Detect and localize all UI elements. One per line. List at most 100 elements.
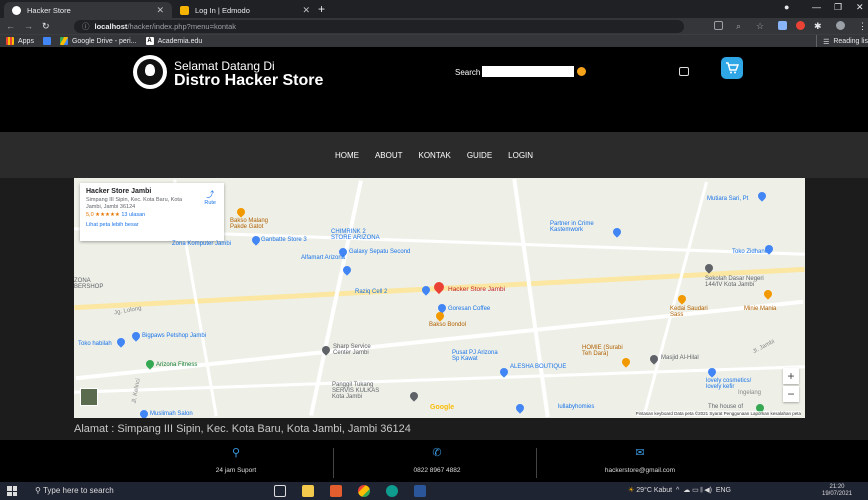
- profile-icon[interactable]: ●: [784, 2, 789, 12]
- forward-icon[interactable]: →: [24, 21, 33, 31]
- apps-grid-icon: [6, 37, 14, 45]
- url-host: localhost: [94, 22, 128, 31]
- url-path: /hacker/index.php?menu=kontak: [127, 22, 237, 31]
- extension-icon[interactable]: [778, 21, 787, 30]
- language-indicator[interactable]: ENG: [716, 487, 731, 494]
- map-label: Alfamart Arizona: [301, 255, 346, 261]
- avatar[interactable]: [836, 21, 845, 30]
- translate-icon[interactable]: [714, 21, 723, 30]
- search-input[interactable]: [482, 66, 574, 77]
- info-icon[interactable]: ⓘ: [82, 21, 90, 32]
- restaurant-pin-icon: [762, 288, 774, 300]
- google-drive-icon: [59, 37, 68, 45]
- minimize-icon[interactable]: —: [812, 2, 821, 12]
- restaurant-pin-icon: [676, 293, 688, 305]
- place-info-card: Hacker Store Jambi Simpang III Sipin, Ke…: [80, 183, 224, 241]
- email-text[interactable]: hackerstore@gmail.com: [605, 467, 675, 474]
- maximize-icon[interactable]: ❐: [834, 2, 842, 13]
- close-icon[interactable]: ✕: [156, 5, 164, 16]
- satellite-view-toggle[interactable]: [80, 388, 98, 406]
- place-reviews[interactable]: 13 ulasan: [121, 212, 145, 218]
- map-label: Bigpaws Petshop Jambi: [142, 333, 207, 339]
- road-label: Ingelang: [738, 390, 762, 396]
- tab-edmodo[interactable]: Log In | Edmodo ✕: [172, 2, 318, 18]
- welcome-text: Selamat Datang Di: [174, 59, 275, 73]
- file-explorer-icon[interactable]: [302, 485, 314, 497]
- google-logo: Google: [430, 404, 455, 411]
- site-footer: ⚲ 24 jam Suport ✆ 0822 8967 4882 ✉ hacke…: [0, 440, 868, 482]
- search-label: Search: [455, 68, 481, 77]
- larger-map-link[interactable]: Lihat peta lebih besar: [86, 222, 218, 228]
- route-label: Rute: [204, 200, 216, 206]
- extension-icon[interactable]: [796, 21, 805, 30]
- map-label: Bakso Malang Pakde Gatot: [230, 218, 269, 230]
- zoom-icon[interactable]: ⌕: [736, 21, 741, 32]
- nav-kontak[interactable]: KONTAK: [411, 151, 459, 160]
- windows-taskbar: ⚲ Type here to search ☀ 29°C Kabut ^ ☁ ▭…: [0, 482, 868, 500]
- shop-pin-icon: [514, 402, 526, 414]
- bookmark-google-drive[interactable]: Google Drive - peri...: [59, 37, 137, 45]
- shop-pin-icon: [115, 336, 127, 348]
- bookmark-apps[interactable]: Apps: [6, 37, 34, 45]
- location-pin-icon[interactable]: [431, 279, 447, 295]
- bookmarks-bar: Apps Google Drive - peri... A Academia.e…: [0, 34, 868, 48]
- map-label: Goresan Coffee: [448, 306, 491, 312]
- weather-text[interactable]: 29°C Kabut: [636, 487, 672, 494]
- address-bar-row: ← → ↻ ⓘ localhost/hacker/index.php?menu=…: [0, 18, 868, 34]
- menu-kebab-icon[interactable]: ⋮: [858, 21, 867, 32]
- map-label: Pusat PJ Arizona Sp Kawat: [452, 350, 498, 362]
- zoom-out-button[interactable]: −: [783, 386, 799, 402]
- bookmark-label: Academia.edu: [157, 37, 203, 45]
- phone-text: 0822 8967 4882: [413, 467, 461, 474]
- close-window-icon[interactable]: ✕: [856, 2, 864, 13]
- site-logo[interactable]: [133, 55, 167, 89]
- image-icon[interactable]: [679, 67, 689, 76]
- tab-hacker-store[interactable]: Hacker Store ✕: [4, 2, 172, 18]
- map-label: Sharp Service Center Jambi: [333, 344, 371, 356]
- nav-login[interactable]: LOGIN: [500, 151, 541, 160]
- map-label: Galaxy Sepatu Second: [349, 249, 411, 255]
- reload-icon[interactable]: ↻: [42, 21, 50, 32]
- taskbar-search[interactable]: ⚲ Type here to search: [35, 486, 114, 495]
- weather-icon[interactable]: ☀: [628, 487, 634, 494]
- shop-pin-icon: [130, 330, 142, 342]
- footer-divider: [333, 448, 334, 478]
- embedded-map[interactable]: Hacker Store Jambi Simpang III Sipin, Ke…: [74, 178, 805, 418]
- nav-about[interactable]: ABOUT: [367, 151, 411, 160]
- footer-support: ⚲ 24 jam Suport: [146, 446, 326, 474]
- place-address: Simpang III Sipin, Kec. Kota Baru, Kota …: [86, 197, 182, 210]
- restaurant-pin-icon: [434, 310, 446, 322]
- bookmark-academia[interactable]: A Academia.edu: [145, 37, 203, 45]
- map-road: [512, 178, 550, 418]
- new-tab-icon[interactable]: +: [318, 2, 325, 16]
- nav-guide[interactable]: GUIDE: [459, 151, 500, 160]
- nav-home[interactable]: HOME: [327, 151, 367, 160]
- extensions-puzzle-icon[interactable]: ✱: [814, 21, 822, 32]
- bookmark-star-icon[interactable]: ☆: [756, 21, 764, 32]
- place-name: Hacker Store Jambi: [86, 188, 152, 195]
- close-icon[interactable]: ✕: [302, 5, 310, 16]
- chrome-icon[interactable]: [358, 485, 370, 497]
- windows-start-icon[interactable]: [7, 486, 17, 496]
- map-attribution[interactable]: Pintasan keyboard Data peta ©2021 Syarat…: [635, 411, 801, 416]
- bookmark-icon-only[interactable]: [42, 37, 51, 45]
- academia-icon: A: [145, 37, 154, 45]
- word-icon[interactable]: [414, 485, 426, 497]
- shop-pin-icon: [138, 408, 150, 418]
- taskbar-clock[interactable]: 21:20 19/07/2021: [822, 484, 852, 498]
- zoom-in-button[interactable]: +: [783, 368, 799, 384]
- route-button[interactable]: ⤴ Rute: [204, 189, 216, 206]
- phone-icon: ✆: [432, 447, 442, 459]
- app-icon[interactable]: [330, 485, 342, 497]
- back-icon[interactable]: ←: [6, 21, 15, 31]
- url-field[interactable]: ⓘ localhost/hacker/index.php?menu=kontak: [74, 20, 684, 33]
- cart-button[interactable]: [721, 57, 743, 79]
- clock-time: 21:20: [829, 484, 845, 490]
- site-favicon-icon: [12, 5, 21, 15]
- task-view-icon[interactable]: [274, 485, 286, 497]
- place-rating: 5,0 ★★★★★: [86, 212, 120, 219]
- search-button[interactable]: [577, 67, 586, 76]
- reading-list-icon: ☰: [823, 38, 830, 46]
- edge-icon[interactable]: [386, 485, 398, 497]
- map-road: [642, 181, 709, 415]
